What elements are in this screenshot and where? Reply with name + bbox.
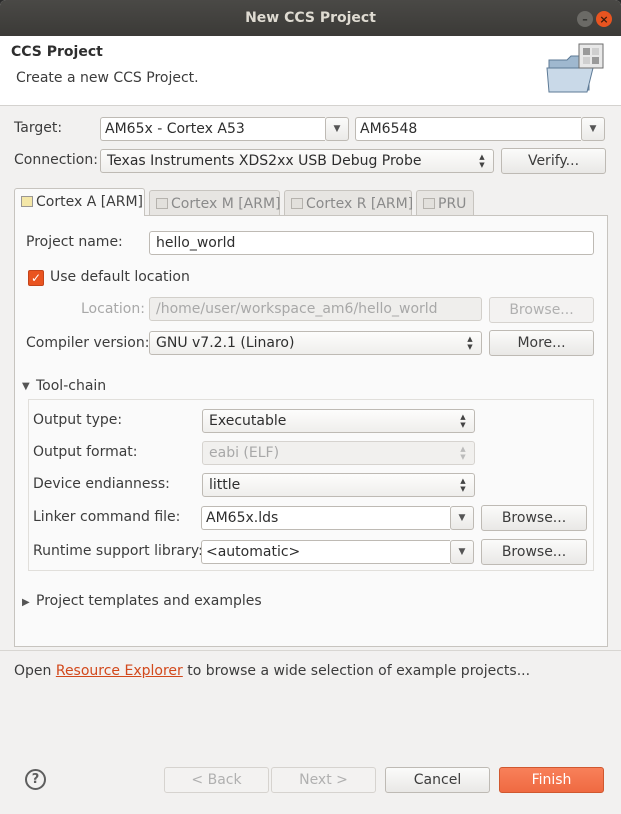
device-endianness-label: Device endianness: (33, 476, 170, 492)
tab-pru[interactable]: PRU (416, 190, 474, 216)
tab-cortex-m[interactable]: Cortex M [ARM] (149, 190, 281, 216)
use-default-location-checkbox[interactable]: ✓ (28, 270, 44, 286)
help-icon[interactable]: ? (25, 769, 46, 790)
target-device-combo[interactable]: AM6548 ▼ (355, 117, 605, 141)
location-browse-button[interactable]: Browse... (489, 297, 594, 323)
runtime-browse-button[interactable]: Browse... (481, 539, 587, 565)
target-family-value[interactable]: AM65x - Cortex A53 (100, 117, 325, 141)
tab-label: Cortex M [ARM] (171, 196, 281, 212)
target-label: Target: (14, 120, 63, 136)
close-button[interactable]: × (596, 11, 612, 27)
collapsed-triangle-icon[interactable]: ▶ (22, 597, 30, 608)
project-name-input[interactable]: hello_world (149, 231, 594, 255)
project-icon (21, 196, 33, 207)
runtime-support-library-label: Runtime support library: (33, 543, 203, 559)
runtime-support-library-combo[interactable]: <automatic> ▼ (201, 540, 474, 564)
output-type-value: Executable (209, 413, 287, 429)
tab-cortex-r[interactable]: Cortex R [ARM] (284, 190, 414, 216)
runtime-support-library-input[interactable]: <automatic> (201, 540, 450, 564)
linker-command-file-label: Linker command file: (33, 509, 181, 525)
resource-explorer-hint: Open Resource Explorer to browse a wide … (14, 663, 530, 679)
page-description: Create a new CCS Project. (16, 70, 199, 86)
connection-value: Texas Instruments XDS2xx USB Debug Probe (107, 153, 422, 169)
tab-label: Cortex A [ARM] (36, 194, 144, 210)
device-endianness-value: little (209, 477, 241, 493)
location-label: Location: (81, 301, 145, 317)
page-title: CCS Project (11, 44, 103, 60)
use-default-location-label: Use default location (50, 269, 190, 285)
minimize-button[interactable]: – (577, 11, 593, 27)
project-icon (156, 198, 168, 209)
linker-command-file-combo[interactable]: AM65x.lds ▼ (201, 506, 474, 530)
device-endianness-select[interactable]: little ▲ ▼ (202, 473, 475, 497)
finish-button[interactable]: Finish (499, 767, 604, 793)
folder-project-icon (546, 43, 604, 93)
compiler-more-button[interactable]: More... (489, 330, 594, 356)
target-device-value[interactable]: AM6548 (355, 117, 581, 141)
title-bar[interactable]: New CCS Project – × (0, 0, 621, 36)
location-input[interactable]: /home/user/workspace_am6/hello_world (149, 297, 482, 321)
tab-label: PRU (438, 196, 467, 212)
compiler-version-value: GNU v7.2.1 (Linaro) (156, 335, 295, 351)
updown-arrows-icon: ▲ ▼ (460, 477, 466, 493)
window-title: New CCS Project (245, 10, 376, 26)
verify-button[interactable]: Verify... (501, 148, 606, 174)
new-ccs-project-dialog: New CCS Project – × CCS Project Create a… (0, 0, 621, 814)
tab-cortex-a[interactable]: Cortex A [ARM] (14, 188, 145, 216)
connection-select[interactable]: Texas Instruments XDS2xx USB Debug Probe… (100, 149, 494, 173)
cancel-button[interactable]: Cancel (385, 767, 490, 793)
next-button[interactable]: Next > (271, 767, 376, 793)
updown-arrows-icon: ▲ ▼ (467, 335, 473, 351)
wizard-header: CCS Project Create a new CCS Project. (0, 36, 621, 106)
hint-prefix: Open (14, 663, 56, 679)
output-format-value: eabi (ELF) (209, 445, 280, 461)
project-templates-section-title[interactable]: Project templates and examples (36, 593, 262, 609)
expanded-triangle-icon[interactable]: ▼ (22, 381, 30, 392)
target-family-combo[interactable]: AM65x - Cortex A53 ▼ (100, 117, 349, 141)
chevron-down-icon[interactable]: ▼ (450, 540, 474, 564)
connection-label: Connection: (14, 152, 98, 168)
linker-browse-button[interactable]: Browse... (481, 505, 587, 531)
project-name-label: Project name: (26, 234, 123, 250)
output-type-label: Output type: (33, 412, 123, 428)
updown-arrows-icon: ▲ ▼ (460, 413, 466, 429)
divider (0, 650, 621, 651)
tab-label: Cortex R [ARM] (306, 196, 414, 212)
project-icon (291, 198, 303, 209)
compiler-version-label: Compiler version: (26, 335, 150, 351)
chevron-down-icon[interactable]: ▼ (450, 506, 474, 530)
output-format-select[interactable]: eabi (ELF) ▲ ▼ (202, 441, 475, 465)
output-type-select[interactable]: Executable ▲ ▼ (202, 409, 475, 433)
back-button[interactable]: < Back (164, 767, 269, 793)
compiler-version-select[interactable]: GNU v7.2.1 (Linaro) ▲ ▼ (149, 331, 482, 355)
updown-arrows-icon: ▲ ▼ (460, 445, 466, 461)
chevron-down-icon[interactable]: ▼ (581, 117, 605, 141)
linker-command-file-input[interactable]: AM65x.lds (201, 506, 450, 530)
toolchain-section-title[interactable]: Tool-chain (36, 378, 106, 394)
hint-suffix: to browse a wide selection of example pr… (182, 663, 531, 679)
project-icon (423, 198, 435, 209)
chevron-down-icon[interactable]: ▼ (325, 117, 349, 141)
output-format-label: Output format: (33, 444, 138, 460)
updown-arrows-icon: ▲ ▼ (479, 153, 485, 169)
resource-explorer-link[interactable]: Resource Explorer (56, 663, 183, 679)
